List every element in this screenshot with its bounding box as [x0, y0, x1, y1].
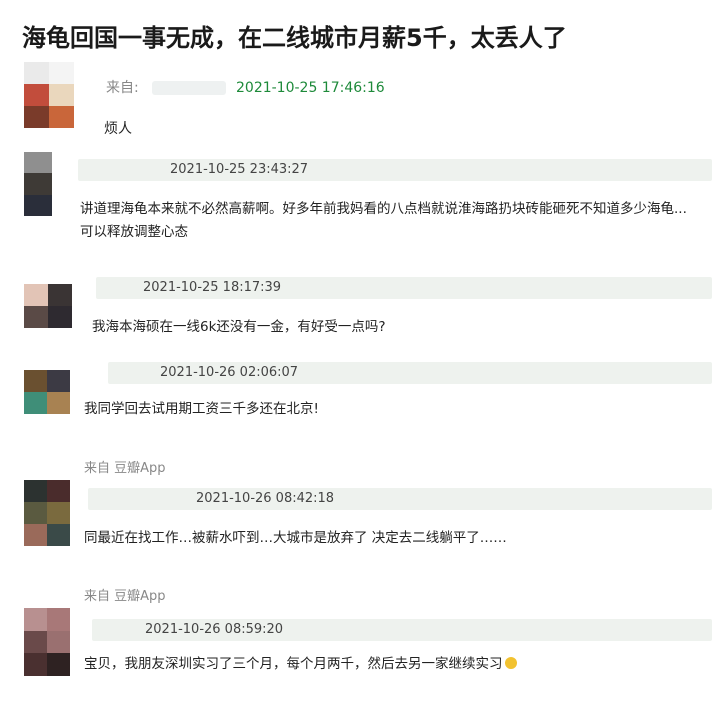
username-strip	[88, 488, 712, 510]
page-title: 海龟回国一事无成，在二线城市月薪5千，太丢人了	[22, 24, 567, 52]
comment-text: 宝贝，我朋友深圳实习了三个月，每个月两千，然后去另一家继续实习	[84, 653, 517, 676]
timestamp: 2021-10-25 17:46:16	[236, 80, 385, 96]
smiling-face-emoji-icon	[504, 657, 517, 669]
source-label: 来自 豆瓣App	[84, 589, 166, 604]
timestamp: 2021-10-26 08:59:20	[145, 622, 284, 637]
avatar[interactable]	[24, 370, 70, 414]
comment-text: 我海本海硕在一线6k还没有一金，有好受一点吗?	[92, 319, 386, 335]
timestamp: 2021-10-25 18:17:39	[143, 280, 282, 295]
avatar[interactable]	[24, 284, 72, 328]
avatar[interactable]	[24, 152, 52, 216]
timestamp: 2021-10-26 08:42:18	[196, 491, 335, 506]
comment-text: 烦人	[104, 121, 132, 137]
source-label: 来自 豆瓣App	[84, 461, 166, 476]
timestamp: 2021-10-25 23:43:27	[170, 162, 309, 177]
comment-text-content: 宝贝，我朋友深圳实习了三个月，每个月两千，然后去另一家继续实习	[84, 656, 503, 672]
comment-text: 讲道理海龟本来就不必然高薪啊。好多年前我妈看的八点档就说淮海路扔块砖能砸死不知道…	[80, 201, 687, 240]
source-label: 来自:	[106, 80, 139, 96]
avatar[interactable]	[24, 608, 70, 676]
redacted-username	[152, 81, 226, 95]
timestamp: 2021-10-26 02:06:07	[160, 365, 299, 380]
avatar[interactable]	[24, 480, 70, 546]
comment-text: 同最近在找工作…被薪水吓到…大城市是放弃了 决定去二线躺平了……	[84, 530, 507, 546]
comment-text: 我同学回去试用期工资三千多还在北京!	[84, 401, 319, 417]
avatar[interactable]	[24, 62, 74, 128]
